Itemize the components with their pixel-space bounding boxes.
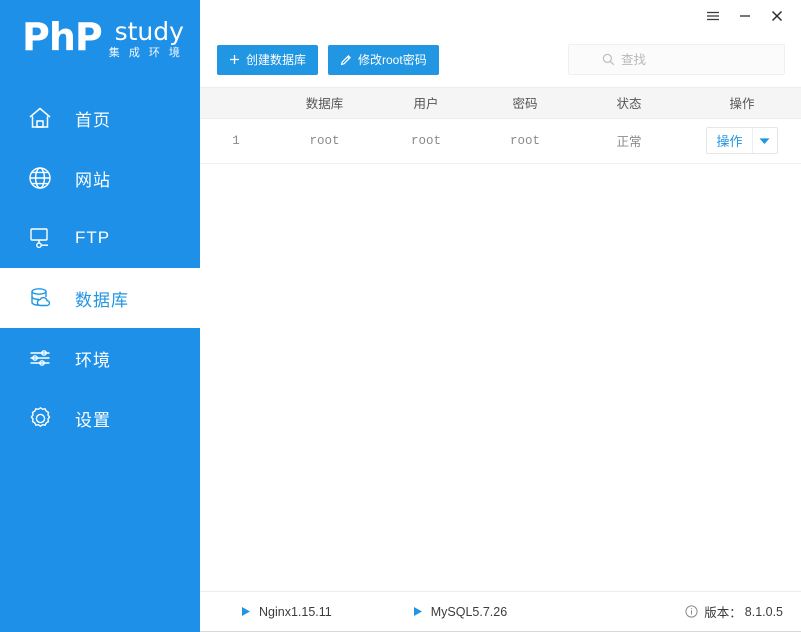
table-header: 数据库 用户 密码 状态 操作 bbox=[200, 88, 801, 119]
sidebar-item-label: 环境 bbox=[75, 350, 111, 370]
database-icon bbox=[25, 283, 55, 313]
change-root-password-button[interactable]: 修改root密码 bbox=[328, 44, 439, 75]
sidebar-item-label: 网站 bbox=[75, 170, 111, 190]
logo-study-text: study bbox=[114, 17, 184, 46]
cell-action: 操作 bbox=[683, 118, 801, 164]
phpstudy-window: PhP study 集 成 环 境 首页 网站 FTP 数据库 环境 设置 创建… bbox=[0, 0, 801, 632]
sidebar-item-label: FTP bbox=[75, 228, 111, 247]
sidebar: PhP study 集 成 环 境 首页 网站 FTP 数据库 环境 设置 bbox=[0, 0, 200, 632]
sidebar-item-ftp[interactable]: FTP bbox=[0, 208, 200, 268]
table-row[interactable]: 1 root root root 正常 操作 bbox=[200, 118, 801, 164]
column-header-status: 状态 bbox=[575, 88, 683, 119]
home-icon bbox=[25, 103, 55, 133]
sidebar-item-label: 数据库 bbox=[75, 290, 129, 310]
table-header-row: 数据库 用户 密码 状态 操作 bbox=[200, 88, 801, 119]
sliders-icon bbox=[25, 343, 55, 373]
search-icon bbox=[602, 53, 615, 66]
sidebar-item-label: 设置 bbox=[75, 410, 111, 430]
search-input[interactable] bbox=[621, 52, 751, 67]
service-nginx[interactable]: Nginx1.15.11 bbox=[240, 605, 332, 619]
sidebar-item-home[interactable]: 首页 bbox=[0, 88, 200, 148]
column-header-password: 密码 bbox=[475, 88, 575, 119]
sidebar-item-database[interactable]: 数据库 bbox=[0, 268, 200, 328]
globe-icon bbox=[25, 163, 55, 193]
play-icon[interactable] bbox=[240, 606, 251, 617]
pencil-icon bbox=[340, 54, 352, 66]
column-header-action: 操作 bbox=[683, 88, 801, 119]
status-badge: 正常 bbox=[575, 118, 683, 164]
gear-icon bbox=[25, 403, 55, 433]
minimize-icon[interactable] bbox=[731, 3, 759, 29]
service-nginx-label: Nginx1.15.11 bbox=[259, 604, 332, 619]
row-action-label: 操作 bbox=[716, 134, 743, 149]
database-table-container: 数据库 用户 密码 状态 操作 1 root root root 正常 操作 bbox=[200, 87, 801, 591]
version-info[interactable]: 版本： 8.1.0.5 bbox=[685, 602, 783, 621]
create-database-button[interactable]: 创建数据库 bbox=[217, 44, 319, 75]
change-root-password-label: 修改root密码 bbox=[358, 53, 427, 67]
cell-password: root bbox=[475, 118, 575, 164]
sidebar-item-label: 首页 bbox=[75, 110, 111, 130]
cell-user: root bbox=[377, 118, 475, 164]
plus-icon bbox=[229, 54, 240, 65]
table-body: 1 root root root 正常 操作 bbox=[200, 118, 801, 164]
database-table: 数据库 用户 密码 状态 操作 1 root root root 正常 操作 bbox=[200, 88, 801, 164]
search-box[interactable] bbox=[568, 44, 785, 75]
sidebar-nav: 首页 网站 FTP 数据库 环境 设置 bbox=[0, 88, 200, 448]
sidebar-item-environment[interactable]: 环境 bbox=[0, 328, 200, 388]
version-label: 版本： bbox=[704, 606, 742, 620]
toolbar: 创建数据库 修改root密码 bbox=[200, 32, 801, 87]
hamburger-menu-icon[interactable] bbox=[699, 3, 727, 29]
ftp-icon bbox=[25, 223, 55, 253]
play-icon[interactable] bbox=[412, 606, 423, 617]
version-value: 8.1.0.5 bbox=[744, 604, 783, 619]
column-header-user: 用户 bbox=[377, 88, 475, 119]
service-mysql[interactable]: MySQL5.7.26 bbox=[412, 605, 507, 619]
sidebar-item-website[interactable]: 网站 bbox=[0, 148, 200, 208]
service-mysql-label: MySQL5.7.26 bbox=[430, 604, 508, 619]
cell-database: root bbox=[272, 118, 377, 164]
logo-main-text: PhP bbox=[22, 15, 103, 59]
info-icon bbox=[685, 605, 698, 618]
title-bar bbox=[200, 0, 801, 32]
status-bar: Nginx1.15.11 MySQL5.7.26 版本： 8.1.0.5 bbox=[200, 591, 801, 631]
create-database-label: 创建数据库 bbox=[246, 53, 307, 67]
close-icon[interactable] bbox=[763, 3, 791, 29]
column-header-database: 数据库 bbox=[272, 88, 377, 119]
column-header-index bbox=[200, 88, 272, 119]
logo-tagline: 集 成 环 境 bbox=[108, 47, 183, 59]
sidebar-item-settings[interactable]: 设置 bbox=[0, 388, 200, 448]
main-panel: 创建数据库 修改root密码 查找 数据库 用户 密码 状态 操作 1 root… bbox=[200, 0, 801, 631]
row-action-button[interactable]: 操作 bbox=[706, 127, 778, 154]
cell-index: 1 bbox=[200, 118, 272, 164]
chevron-down-icon[interactable] bbox=[751, 128, 777, 153]
app-logo: PhP study 集 成 环 境 bbox=[0, 0, 200, 88]
